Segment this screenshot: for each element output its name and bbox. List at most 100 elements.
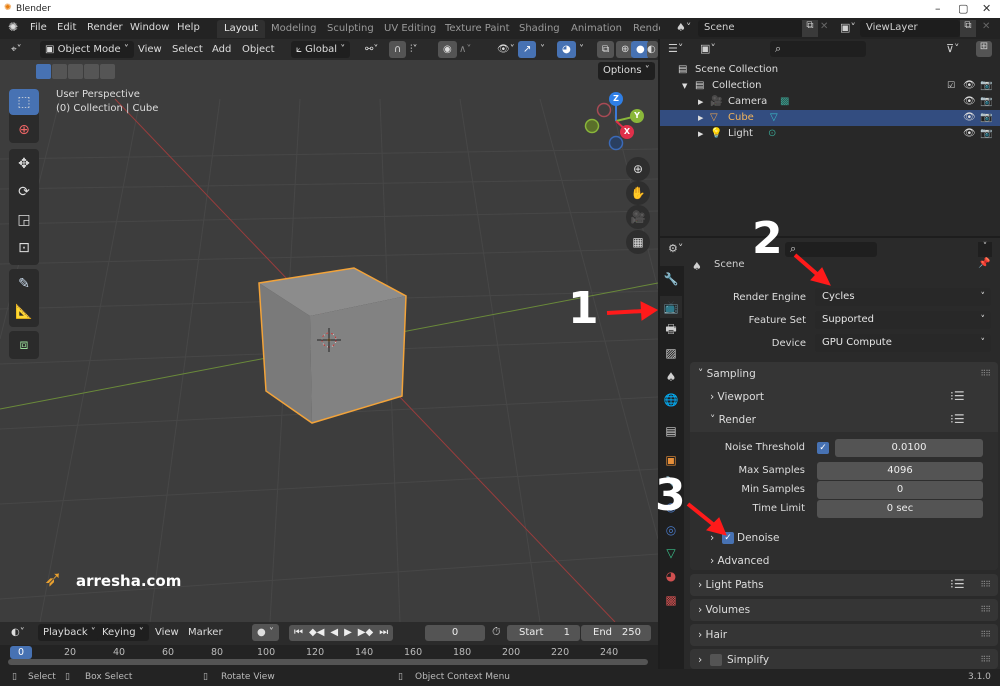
render-camera-icon[interactable]: 📷: [980, 110, 992, 126]
drag-handle-icon[interactable]: ⠿⠿: [980, 655, 991, 664]
select-intersect-icon[interactable]: [100, 64, 115, 79]
drag-handle-icon[interactable]: ⠿⠿: [980, 605, 991, 614]
overlay-toggle-icon[interactable]: ◕: [557, 41, 576, 58]
data-tab-icon[interactable]: ▽: [660, 542, 682, 564]
volumes-panel[interactable]: › Volumes ⠿⠿: [690, 599, 998, 621]
playback-menu[interactable]: Playback ˅: [38, 624, 101, 641]
stopwatch-icon[interactable]: ⏱: [492, 625, 501, 639]
play-icon[interactable]: ▶: [344, 625, 352, 641]
min-samples-field[interactable]: 0: [817, 481, 983, 499]
tab-shading[interactable]: Shading: [512, 20, 567, 38]
next-keyframe-icon[interactable]: ▶◆: [358, 625, 373, 641]
menu-select[interactable]: Select: [167, 41, 208, 58]
rotate-tool-icon[interactable]: ⟳: [9, 179, 39, 205]
hair-panel[interactable]: › Hair ⠿⠿: [690, 624, 998, 646]
falloff-icon[interactable]: ∧˅: [454, 41, 476, 58]
world-tab-icon[interactable]: 🌐: [660, 389, 682, 411]
properties-search-input[interactable]: ⌕: [785, 242, 877, 257]
move-tool-icon[interactable]: ✥: [9, 151, 39, 177]
snap-toggle-icon[interactable]: ∩: [389, 41, 407, 58]
end-frame-field[interactable]: End 250: [581, 625, 651, 641]
expand-arrow-icon[interactable]: ▼: [682, 78, 687, 94]
simplify-panel[interactable]: › Simplify ⠿⠿: [690, 649, 998, 669]
display-mode-icon[interactable]: ☰˅: [668, 42, 683, 55]
jump-start-icon[interactable]: ⏮: [294, 625, 303, 641]
texture-tab-icon[interactable]: ▩: [660, 589, 682, 611]
orientation-selector[interactable]: ⟀ Global ˅: [291, 41, 351, 58]
auto-keying-icon[interactable]: ● ˅: [252, 624, 279, 641]
options-button[interactable]: Options ˅: [598, 62, 655, 80]
ortho-grid-icon[interactable]: ▦: [626, 230, 650, 254]
mode-selector[interactable]: ▣ Object Mode ˅: [40, 41, 134, 58]
tab-animation[interactable]: Animation: [564, 20, 629, 38]
visibility-eye-icon[interactable]: 👁: [963, 126, 976, 142]
material-tab-icon[interactable]: ◕: [660, 565, 682, 587]
gizmo-toggle-icon[interactable]: ↗: [518, 41, 537, 58]
gizmo-y-axis[interactable]: Y: [630, 109, 644, 123]
editor-type-icon[interactable]: ⚙˅: [668, 242, 683, 255]
zoom-view-icon[interactable]: ⊕: [626, 157, 650, 181]
cursor-tool-icon[interactable]: ⊕: [9, 117, 39, 143]
pivot-point-icon[interactable]: ⚯˅: [360, 41, 383, 58]
scene-tab-icon[interactable]: ♠: [660, 366, 682, 388]
frame-ruler[interactable]: 0 20 40 60 80 100 120 140 160 180 200 220 240: [0, 645, 658, 669]
tab-sculpting[interactable]: Sculpting: [320, 20, 381, 38]
menu-view[interactable]: View: [133, 41, 167, 58]
delete-scene-icon[interactable]: ✕: [820, 21, 828, 32]
physics-tab-icon[interactable]: ◎: [660, 519, 682, 541]
material-shading-icon[interactable]: ◐: [647, 41, 658, 58]
new-scene-icon[interactable]: ⧉: [802, 20, 818, 37]
select-box-tool-icon[interactable]: ⬚: [9, 89, 39, 115]
presets-list-icon[interactable]: ⁝☰: [950, 389, 965, 403]
new-viewlayer-icon[interactable]: ⧉: [960, 20, 976, 37]
menu-object[interactable]: Object: [237, 41, 280, 58]
noise-threshold-checkbox[interactable]: ✓: [817, 442, 829, 454]
options-menu-icon[interactable]: ˅: [978, 242, 992, 257]
select-new-icon[interactable]: [36, 64, 51, 79]
render-engine-dropdown[interactable]: Cycles ˅: [815, 288, 991, 306]
denoise-expand-icon[interactable]: ›: [710, 532, 714, 544]
outliner-row-light[interactable]: ▶ 💡 Light ⊙ 👁 📷: [660, 126, 1000, 142]
transform-tool-icon[interactable]: ⊡: [9, 235, 39, 261]
menu-render[interactable]: Render: [87, 22, 123, 33]
minimize-button[interactable]: –: [935, 2, 941, 15]
outliner-row-cube[interactable]: ▶ ▽ Cube ▽ 👁 📷: [660, 110, 1000, 126]
gizmo-menu-icon[interactable]: ˅: [535, 41, 550, 58]
menu-window[interactable]: Window: [130, 22, 169, 33]
noise-threshold-field[interactable]: 0.0100: [835, 439, 983, 457]
menu-file[interactable]: File: [30, 22, 47, 33]
collection-tab-icon[interactable]: ▤: [660, 420, 682, 442]
gizmo-z-axis[interactable]: Z: [609, 92, 623, 106]
select-subtract-icon[interactable]: [68, 64, 83, 79]
expand-arrow-icon[interactable]: ▶: [698, 126, 703, 142]
render-camera-icon[interactable]: 📷: [980, 78, 992, 94]
outliner-row-scene-collection[interactable]: ▤ Scene Collection: [660, 62, 1000, 78]
outliner-row-camera[interactable]: ▶ 🎥 Camera ▩ 👁 📷: [660, 94, 1000, 110]
visibility-icon[interactable]: 👁˅: [492, 41, 520, 58]
sampling-header[interactable]: ˅ Sampling: [698, 368, 756, 380]
denoise-checkbox[interactable]: ✓: [722, 532, 734, 544]
add-cube-tool-icon[interactable]: ⧈: [9, 332, 39, 358]
play-reverse-icon[interactable]: ◀: [330, 625, 338, 641]
menu-edit[interactable]: Edit: [57, 22, 76, 33]
mesh-data-icon[interactable]: ▽: [770, 110, 778, 126]
light-data-icon[interactable]: ⊙: [768, 126, 776, 142]
current-frame-field[interactable]: 0: [425, 625, 485, 641]
menu-help[interactable]: Help: [177, 22, 200, 33]
presets-list-icon[interactable]: ⁝☰: [950, 412, 965, 426]
snap-target-icon[interactable]: ⫶˅: [405, 41, 423, 58]
prev-keyframe-icon[interactable]: ◆◀: [309, 625, 324, 641]
drag-handle-icon[interactable]: ⠿⠿: [980, 580, 991, 589]
time-limit-field[interactable]: 0 sec: [817, 500, 983, 518]
filter-icon[interactable]: ⊽˅: [946, 42, 960, 55]
feature-set-dropdown[interactable]: Supported ˅: [815, 311, 991, 329]
scene-icon[interactable]: ♠˅: [676, 21, 691, 34]
filter-view-icon[interactable]: ▣˅: [700, 42, 716, 55]
menu-add[interactable]: Add: [207, 41, 236, 58]
close-button[interactable]: ✕: [982, 2, 991, 15]
keying-menu[interactable]: Keying ˅: [97, 624, 149, 641]
outliner-row-collection[interactable]: ▼ ▤ Collection ☑ 👁 📷: [660, 78, 1000, 94]
light-paths-panel[interactable]: › Light Paths ⁝☰ ⠿⠿: [690, 574, 998, 596]
viewlayer-selector[interactable]: ViewLayer: [860, 20, 960, 37]
timeline-scrollbar[interactable]: [8, 659, 648, 665]
